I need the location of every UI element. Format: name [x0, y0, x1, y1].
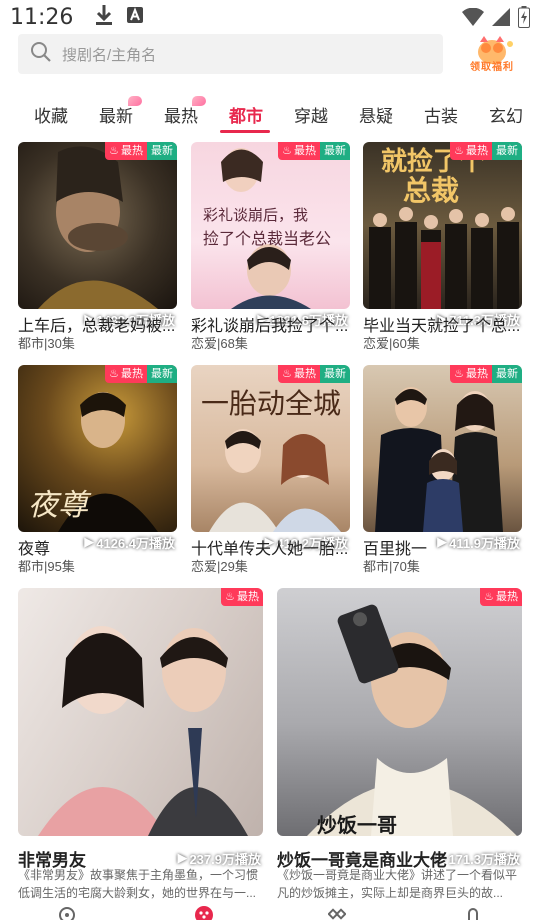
new-tag: 最新	[147, 365, 177, 383]
drama-poster: 一胎动全城	[191, 365, 350, 532]
welfare-button[interactable]: 领取福利	[466, 36, 522, 76]
drama-poster	[18, 588, 263, 836]
svg-text:总裁: 总裁	[403, 174, 459, 207]
drama-poster: 炒饭一哥	[277, 588, 522, 836]
fire-icon: ♨	[454, 368, 464, 380]
status-time: 11:26	[10, 4, 74, 30]
category-icon[interactable]	[327, 905, 347, 920]
play-icon: ▶	[177, 850, 188, 865]
drama-card[interactable]: 夜尊 ♨ 最热 最新 ▶ 4126.4万播放 夜尊 都市|95集	[18, 365, 177, 575]
drama-meta: 都市|95集	[18, 559, 75, 574]
theater-icon[interactable]	[194, 905, 214, 920]
featured-card[interactable]: 炒饭一哥 ♨ 最热 ▶ 171.3万播放 炒饭一哥竟是商业大佬 《炒饭一哥竟是商业大…	[277, 588, 522, 904]
drama-meta: 恋爱|60集	[363, 336, 420, 351]
bottom-nav	[0, 905, 540, 920]
hot-tag: ♨ 最热	[278, 365, 320, 383]
tab-suspense[interactable]: 悬疑	[359, 102, 393, 127]
signal-icon	[492, 8, 510, 31]
featured-description: 《炒饭一哥竟是商业大佬》讲述了一个看似平凡的炒饭摊主，实际上却是商界巨头的故..…	[277, 868, 518, 900]
drama-poster: 夜尊	[18, 365, 177, 532]
svg-text:夜尊: 夜尊	[28, 488, 92, 523]
new-tag: 最新	[320, 142, 350, 160]
tab-costume[interactable]: 古装	[424, 102, 458, 127]
hot-badge-icon	[192, 96, 206, 106]
new-tag: 最新	[492, 142, 522, 160]
fire-icon: ♨	[282, 368, 292, 380]
svg-text:彩礼谈崩后，我: 彩礼谈崩后，我	[203, 206, 308, 224]
drama-meta: 恋爱|29集	[191, 559, 248, 574]
drama-meta: 都市|30集	[18, 336, 75, 351]
fire-icon: ♨	[109, 368, 119, 380]
featured-description: 《非常男友》故事聚焦于主角墨鱼，一个习惯低调生活的宅腐大龄剩女，她的世界在与一.…	[18, 868, 259, 900]
hot-tag: ♨ 最热	[480, 588, 522, 606]
fire-icon: ♨	[109, 145, 119, 157]
battery-icon	[518, 6, 530, 33]
drama-card[interactable]: ♨ 最热 最新 ▶ 411.9万播放 百里挑一 都市|70集	[363, 365, 522, 575]
font-icon	[127, 6, 144, 28]
status-bar: 11:26	[0, 0, 540, 34]
drama-meta: 恋爱|68集	[191, 336, 248, 351]
hot-tag: ♨ 最热	[221, 588, 263, 606]
fire-icon: ♨	[282, 145, 292, 157]
drama-meta: 都市|70集	[363, 559, 420, 574]
hot-tag: ♨ 最热	[278, 142, 320, 160]
svg-text:一胎动全城: 一胎动全城	[201, 387, 341, 420]
featured-card[interactable]: ♨ 最热 ▶ 237.9万播放 非常男友 《非常男友》故事聚焦于主角墨鱼，一个习惯低…	[18, 588, 263, 904]
fire-icon: ♨	[225, 591, 235, 603]
drama-poster	[18, 142, 177, 309]
drama-card[interactable]: 一胎动全城 ♨ 最热 最新 ▶ 412.2万播放 十代单传夫人她一胎... 恋爱|2…	[191, 365, 350, 575]
category-tabs: 收藏 最新 最热 都市 穿越 悬疑 古装 玄幻	[0, 96, 540, 136]
tab-time-travel[interactable]: 穿越	[294, 102, 328, 127]
tab-favorites[interactable]: 收藏	[34, 102, 68, 127]
hot-tag: ♨ 最热	[450, 365, 492, 383]
profile-icon[interactable]	[466, 905, 480, 920]
drama-poster: 就捡了个 总裁	[363, 142, 522, 309]
wifi-icon	[462, 7, 484, 31]
hot-tag: ♨ 最热	[450, 142, 492, 160]
hot-tag: ♨ 最热	[105, 142, 147, 160]
hot-tag: ♨ 最热	[105, 365, 147, 383]
drama-poster: 彩礼谈崩后，我 捡了个总裁当老公	[191, 142, 350, 309]
new-badge-icon	[128, 96, 142, 106]
search-placeholder: 搜剧名/主角名	[62, 46, 157, 64]
svg-text:捡了个总裁当老公: 捡了个总裁当老公	[203, 229, 331, 248]
new-tag: 最新	[147, 142, 177, 160]
new-tag: 最新	[492, 365, 522, 383]
drama-poster	[363, 365, 522, 532]
tab-fantasy[interactable]: 玄幻	[489, 102, 523, 127]
fire-icon: ♨	[454, 145, 464, 157]
drama-card[interactable]: 彩礼谈崩后，我 捡了个总裁当老公 ♨ 最热 最新 ▶ 1321.8万播放 彩礼谈崩后…	[191, 142, 350, 352]
welfare-label: 领取福利	[470, 62, 514, 73]
discover-icon[interactable]	[58, 905, 76, 920]
fire-icon: ♨	[484, 591, 494, 603]
drama-card[interactable]: 就捡了个 总裁 ♨ 最热 最新 ▶ 711.3万播放 毕业当天就捡了个总... 恋爱…	[363, 142, 522, 352]
svg-text:炒饭一哥: 炒饭一哥	[317, 813, 397, 836]
tab-urban[interactable]: 都市	[229, 102, 263, 127]
new-tag: 最新	[320, 365, 350, 383]
download-icon	[95, 4, 113, 31]
search-icon	[30, 41, 52, 68]
active-tab-indicator	[220, 130, 270, 133]
search-input[interactable]: 搜剧名/主角名	[18, 34, 443, 74]
drama-card[interactable]: ♨ 最热 最新 ▶ 1492.3万播放 上车后，总裁老妈被... 都市|30集	[18, 142, 177, 352]
